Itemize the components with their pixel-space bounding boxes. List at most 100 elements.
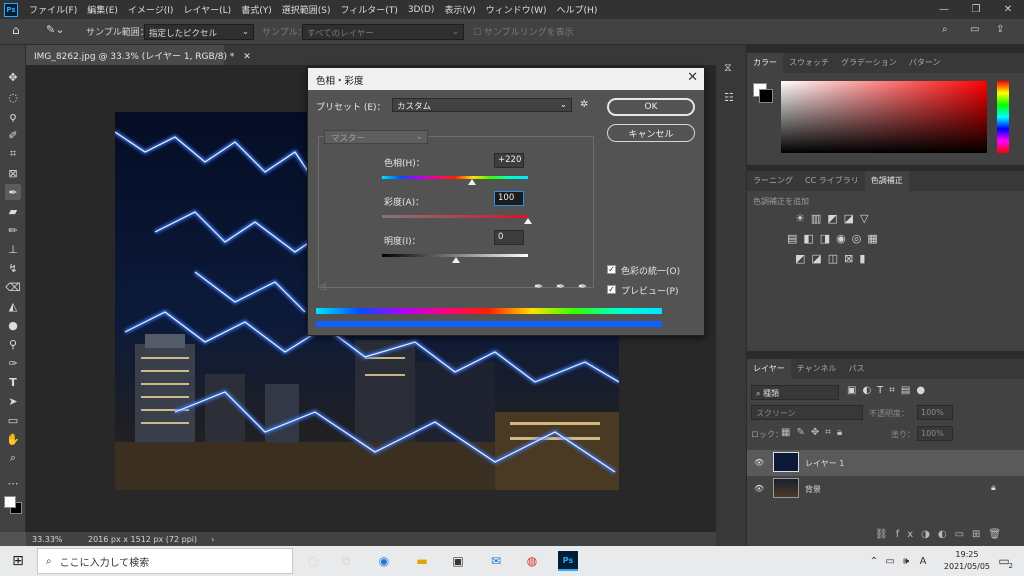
eyedropper-minus-icon[interactable]: ✒ <box>578 280 587 293</box>
lightness-slider-thumb[interactable] <box>452 257 460 263</box>
lightness-field[interactable]: 0 <box>494 230 524 245</box>
adjustment-icons-row-1[interactable]: ☀▥◩◪▽ <box>795 212 875 225</box>
minimize-icon[interactable]: — <box>928 0 960 19</box>
file-explorer-icon[interactable]: ▬ <box>412 551 432 571</box>
layer-row-layer1[interactable]: 👁︎ レイヤー 1 <box>747 450 1024 476</box>
layer-row-background[interactable]: 👁︎ 背景 🔒︎ <box>747 476 1024 502</box>
menu-select[interactable]: 選択範囲(S) <box>277 3 336 16</box>
photoshop-taskbar-icon[interactable]: Ps <box>558 551 578 571</box>
tab-layers[interactable]: レイヤー <box>747 359 791 379</box>
close-icon[interactable]: ✕ <box>687 70 698 85</box>
dodge-tool-icon[interactable]: ⚲ <box>5 336 21 352</box>
eraser-tool-icon[interactable]: ⌫ <box>5 279 21 295</box>
zoom-level[interactable]: 33.33% <box>32 535 78 544</box>
menu-image[interactable]: イメージ(I) <box>123 3 179 16</box>
blend-mode-select[interactable]: スクリーン <box>751 405 863 420</box>
preset-options-gear-icon[interactable]: ✲ <box>580 99 588 110</box>
eyedropper-tool-icon[interactable]: ✒ <box>5 184 21 200</box>
preview-checkbox[interactable]: ✓ <box>607 285 616 294</box>
cortana-icon[interactable]: ○ <box>303 551 323 571</box>
type-tool-icon[interactable]: T <box>5 374 21 390</box>
store-icon[interactable]: ▣ <box>448 551 468 571</box>
move-tool-icon[interactable]: ✥ <box>5 69 21 85</box>
colorize-checkbox[interactable]: ✓ <box>607 265 616 274</box>
close-tab-icon[interactable]: ✕ <box>243 52 251 62</box>
frame-tool-icon[interactable]: ⊠ <box>5 165 21 181</box>
home-icon[interactable]: ⌂ <box>12 23 20 37</box>
history-panel-icon[interactable]: ⧖ <box>724 61 732 75</box>
crop-tool-icon[interactable]: ⌗ <box>5 146 21 162</box>
eyedropper-plus-icon[interactable]: ✒ <box>556 280 565 293</box>
targeted-adjust-hand-icon[interactable]: ☝ <box>320 280 327 293</box>
layer-actions-icons[interactable]: ⛓fx◑◐▭⊞🗑︎ <box>875 529 1009 540</box>
hue-field[interactable]: +220 <box>494 153 524 168</box>
menu-window[interactable]: ウィンドウ(W) <box>481 3 552 16</box>
visibility-eye-icon[interactable]: 👁︎ <box>754 458 764 467</box>
chrome-icon[interactable]: ◍ <box>522 551 542 571</box>
search-icon[interactable]: ⌕ <box>942 24 948 35</box>
tab-paths[interactable]: パス <box>843 359 871 379</box>
hue-slider[interactable] <box>997 81 1009 153</box>
hand-tool-icon[interactable]: ✋ <box>5 431 21 447</box>
history-brush-tool-icon[interactable]: ↯ <box>5 260 21 276</box>
menu-3d[interactable]: 3D(D) <box>403 5 440 15</box>
share-icon[interactable]: ⇪ <box>996 24 1004 35</box>
eyedropper-icon[interactable]: ✒ <box>534 280 543 293</box>
blur-tool-icon[interactable]: ● <box>5 317 21 333</box>
saturation-field[interactable]: 100 <box>494 191 524 206</box>
color-field[interactable] <box>781 81 987 153</box>
healing-brush-tool-icon[interactable]: ▰ <box>5 203 21 219</box>
marquee-tool-icon[interactable]: ◌ <box>5 89 21 105</box>
visibility-eye-icon[interactable]: 👁︎ <box>754 484 764 493</box>
menu-view[interactable]: 表示(V) <box>439 3 480 16</box>
notifications-icon[interactable]: ▭ 2 <box>994 551 1014 571</box>
tab-cc-libraries[interactable]: CC ライブラリ <box>799 171 865 191</box>
ok-button[interactable]: OK <box>607 98 695 116</box>
layer-filter-select[interactable]: ⌕ 種類 <box>751 385 839 400</box>
paint-bucket-tool-icon[interactable]: ◭ <box>5 298 21 314</box>
taskbar-search-input[interactable]: ⌕ ここに入力して検索 <box>37 548 293 574</box>
brush-tool-icon[interactable]: ✏ <box>5 222 21 238</box>
opacity-field[interactable]: 100% <box>917 405 953 420</box>
adjustment-icons-row-2[interactable]: ▤◧◨◉◎▦ <box>787 232 884 245</box>
layer-filter-icons[interactable]: ▣◐T⌗▤● <box>847 385 931 396</box>
rectangle-tool-icon[interactable]: ▭ <box>5 412 21 428</box>
status-menu-icon[interactable]: › <box>211 535 214 544</box>
hue-slider-thumb[interactable] <box>468 179 476 185</box>
hue-slider-track[interactable] <box>382 176 528 179</box>
tab-channels[interactable]: チャンネル <box>791 359 843 379</box>
menu-edit[interactable]: 編集(E) <box>82 3 123 16</box>
eyedropper-preset-icon[interactable]: ✎⌄ <box>46 23 64 36</box>
taskbar-clock[interactable]: 19:25 2021/05/05 <box>944 549 990 573</box>
menu-file[interactable]: ファイル(F) <box>24 3 82 16</box>
menu-filter[interactable]: フィルター(T) <box>335 3 402 16</box>
saturation-slider-thumb[interactable] <box>524 218 532 224</box>
edge-browser-icon[interactable]: ◉ <box>374 551 394 571</box>
menu-type[interactable]: 書式(Y) <box>236 3 277 16</box>
ime-indicator[interactable]: A <box>913 551 933 571</box>
preset-select[interactable]: カスタム ⌄ <box>392 98 572 112</box>
tab-swatches[interactable]: スウォッチ <box>783 53 835 73</box>
tab-learn[interactable]: ラーニング <box>747 171 799 191</box>
task-view-icon[interactable]: ⧉ <box>336 551 356 571</box>
tab-adjustments[interactable]: 色調補正 <box>864 171 909 191</box>
restore-icon[interactable]: ❐ <box>960 0 992 19</box>
clone-stamp-tool-icon[interactable]: ⊥ <box>5 241 21 257</box>
adjustment-icons-row-3[interactable]: ◩◪◫⊠▮ <box>795 252 871 265</box>
properties-panel-icon[interactable]: ☷ <box>724 91 734 104</box>
fill-field[interactable]: 100% <box>917 426 953 441</box>
lock-icons[interactable]: ▦✎✥⌗🔒︎ <box>781 427 848 438</box>
tab-gradients[interactable]: グラデーション <box>835 53 903 73</box>
tab-color[interactable]: カラー <box>747 53 783 73</box>
path-select-tool-icon[interactable]: ➤ <box>5 393 21 409</box>
menu-layer[interactable]: レイヤー(L) <box>178 3 236 16</box>
windows-start-icon[interactable]: ⊞ <box>8 551 28 571</box>
workspace-icon[interactable]: ▭ <box>970 24 979 35</box>
quick-select-tool-icon[interactable]: ✐ <box>5 127 21 143</box>
zoom-tool-icon[interactable]: ⌕ <box>5 450 21 466</box>
close-icon[interactable]: ✕ <box>992 0 1024 19</box>
pen-tool-icon[interactable]: ✑ <box>5 355 21 371</box>
more-tools-icon[interactable]: ⋯ <box>5 475 21 491</box>
cancel-button[interactable]: キャンセル <box>607 124 695 142</box>
channel-select[interactable]: マスター ⌄ <box>324 130 428 144</box>
